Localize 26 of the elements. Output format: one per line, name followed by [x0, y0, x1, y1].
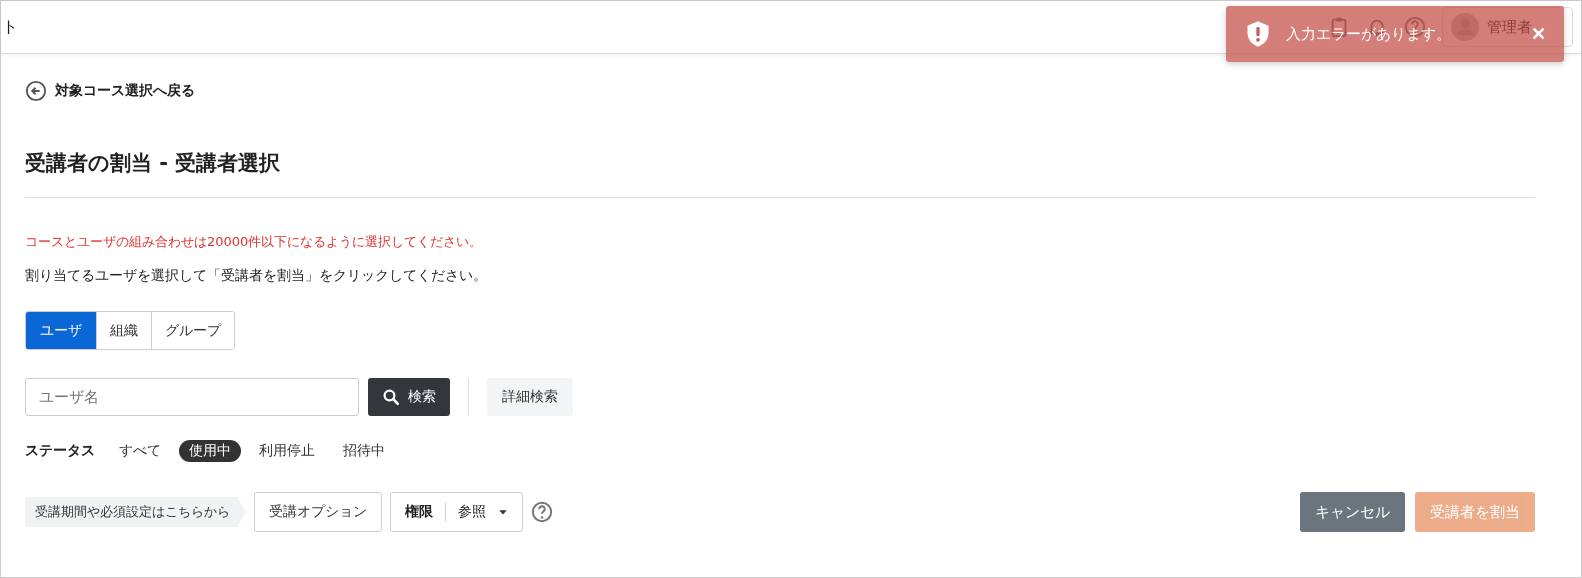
back-link[interactable]: 対象コース選択へ戻る: [25, 80, 195, 102]
status-filter[interactable]: 使用中: [179, 440, 241, 462]
app-title: ト: [2, 16, 18, 38]
permission-dropdown[interactable]: 権限 参照: [390, 492, 523, 532]
permission-label: 権限: [405, 503, 446, 521]
search-field[interactable]: ユーザ名: [25, 378, 359, 416]
status-filter[interactable]: 招待中: [333, 440, 395, 462]
status-label: ステータス: [25, 442, 95, 460]
cancel-button[interactable]: キャンセル: [1300, 492, 1405, 532]
options-button[interactable]: 受講オプション: [254, 492, 382, 532]
back-link-text[interactable]: 対象コース選択へ戻る: [55, 82, 195, 100]
help-icon: [531, 501, 553, 523]
permission-value: 参照: [458, 503, 486, 521]
advanced-search-button[interactable]: 詳細検索: [487, 378, 573, 416]
page-title: 受講者の割当 - 受講者選択: [25, 150, 282, 177]
hint-label: 受講期間や必須設定はこちらから: [25, 497, 246, 527]
caret-icon: [498, 507, 508, 517]
status-filter[interactable]: すべて: [109, 440, 171, 462]
tab[interactable]: ユーザ: [26, 312, 96, 349]
search-icon: [382, 388, 400, 406]
tab[interactable]: グループ: [151, 312, 234, 349]
status-filter[interactable]: 利用停止: [249, 440, 325, 462]
toast-message: 入力エラーがあります。: [1286, 24, 1451, 44]
search-button[interactable]: 検索: [368, 378, 450, 416]
instruction-text: 割り当てるユーザを選択して「受講者を割当」をクリックしてください。: [25, 267, 488, 285]
warning-text: コースとユーザの組み合わせは20000件以下になるように選択してください。: [25, 233, 484, 251]
